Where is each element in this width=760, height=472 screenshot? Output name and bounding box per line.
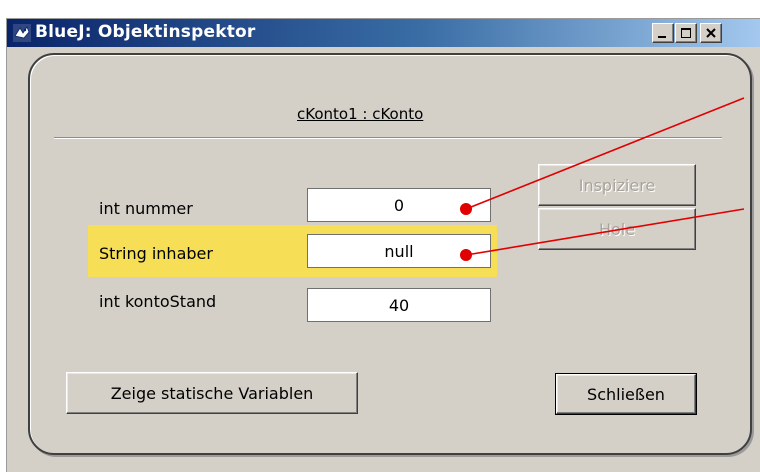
annotation-arrow-nummer (465, 97, 745, 210)
annotation-dot-nummer (460, 203, 472, 215)
annotation-arrow-inhaber (465, 208, 745, 256)
annotation-overlay (460, 97, 745, 261)
annotation-dot-inhaber (460, 249, 472, 261)
